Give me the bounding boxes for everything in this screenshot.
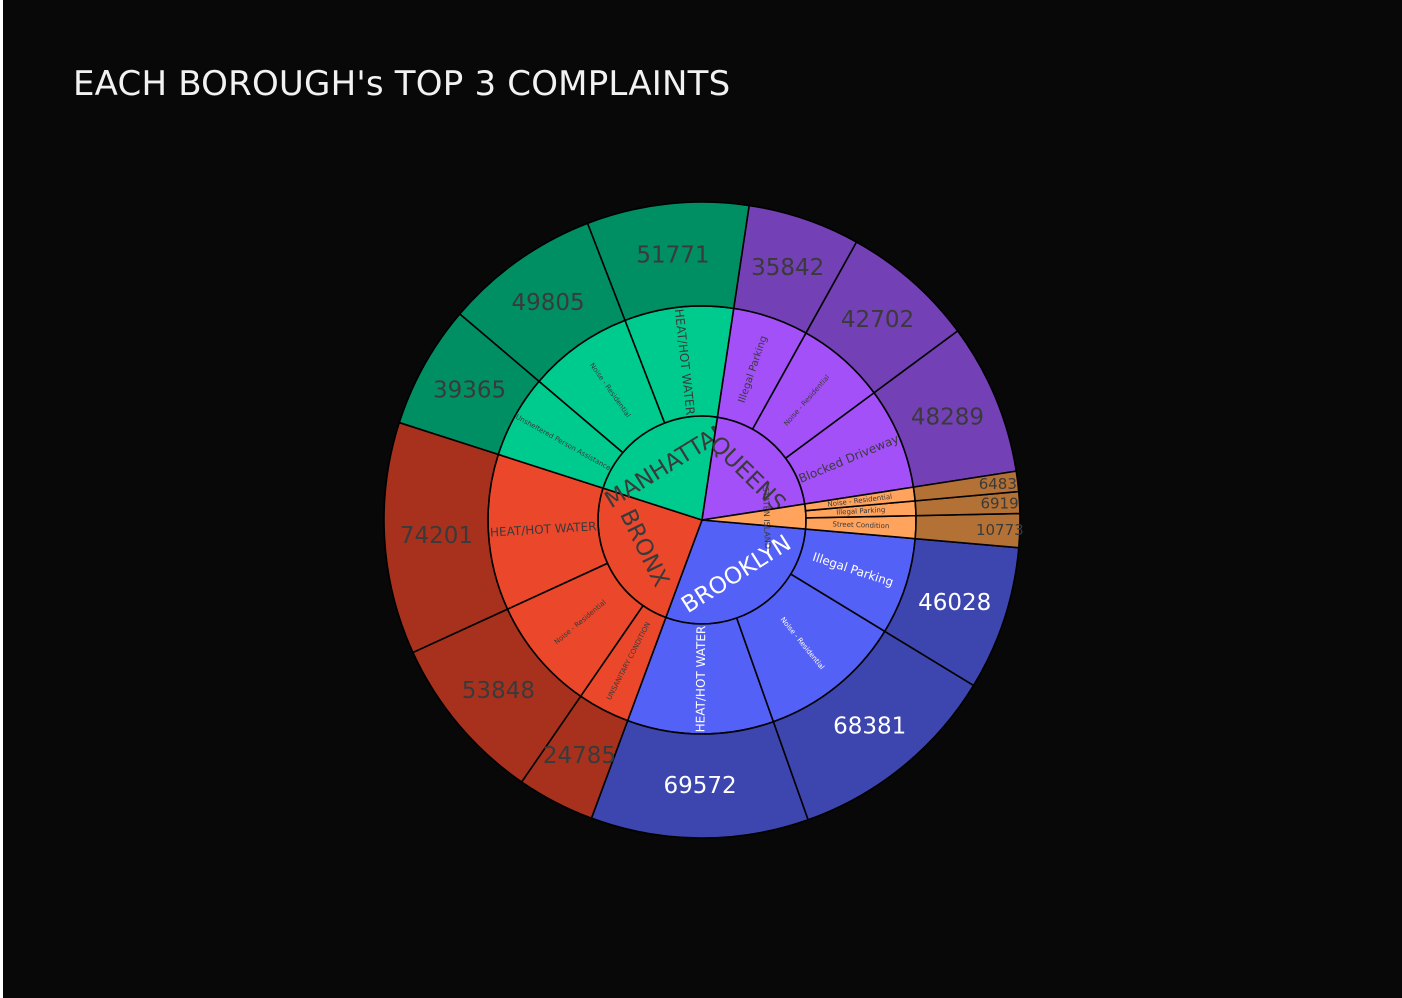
value-label-bronx-noise-residential: 53848	[462, 678, 535, 704]
value-label-bronx-heat-hot-water: 74201	[400, 523, 473, 549]
value-label-bronx-unsanitary-condition: 24785	[543, 743, 616, 769]
value-label-staten-island-street-condition: 10773	[976, 521, 1024, 539]
value-label-queens-blocked-driveway: 48289	[911, 404, 984, 430]
value-label-brooklyn-noise-residential: 68381	[833, 714, 906, 740]
value-label-manhattan-noise-residential: 49805	[511, 290, 584, 316]
value-label-staten-island-noise-residential: 6483	[979, 475, 1017, 493]
value-label-queens-noise-residential: 42702	[841, 307, 914, 333]
value-label-manhattan-unsheltered-person-assistance: 39365	[433, 378, 506, 404]
sunburst-chart[interactable]: BROOKLYNBRONXMANHATTANQUEENSSTATEN ISLAN…	[3, 0, 1402, 998]
inner-ring: BROOKLYNBRONXMANHATTANQUEENSSTATEN ISLAN…	[597, 415, 807, 625]
plot-area: EACH BOROUGH's TOP 3 COMPLAINTS BROOKLYN…	[3, 0, 1402, 998]
value-label-manhattan-heat-hot-water: 51771	[636, 243, 709, 269]
value-label-queens-illegal-parking: 35842	[751, 255, 824, 281]
value-label-brooklyn-illegal-parking: 46028	[918, 590, 991, 616]
complaint-label-brooklyn-heat-hot-water: HEAT/HOT WATER	[693, 626, 708, 733]
value-label-brooklyn-heat-hot-water: 69572	[663, 773, 736, 799]
value-label-staten-island-illegal-parking: 6919	[980, 495, 1018, 513]
